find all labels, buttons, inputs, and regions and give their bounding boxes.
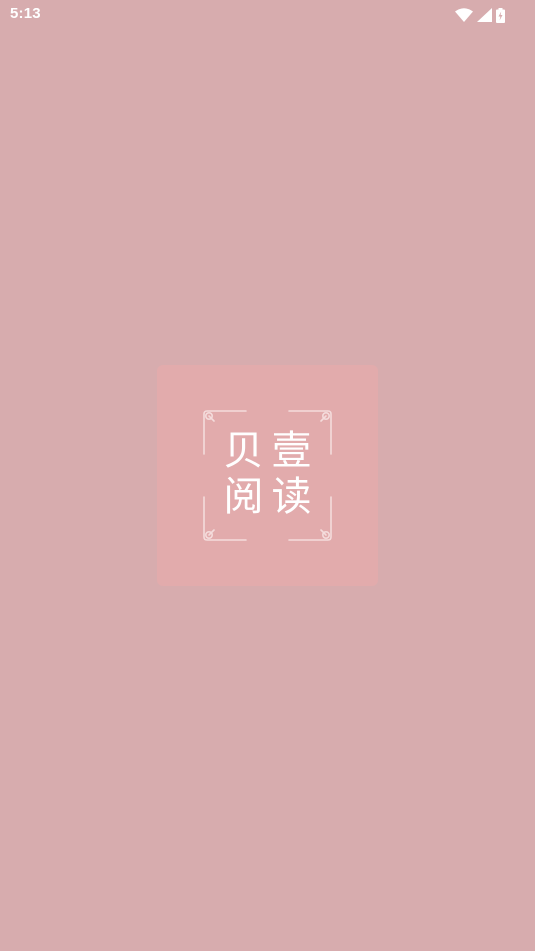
wifi-icon xyxy=(455,8,473,22)
logo-line-2: 阅读 xyxy=(223,474,320,520)
splash-screen: 5:13 贝壹 阅读 xyxy=(0,0,535,951)
app-logo: 贝壹 阅读 xyxy=(157,365,378,586)
status-icons xyxy=(455,6,505,24)
status-time: 5:13 xyxy=(10,5,41,22)
logo-frame: 贝壹 阅读 xyxy=(202,410,333,541)
cellular-signal-icon xyxy=(477,8,492,22)
logo-wordmark: 贝壹 阅读 xyxy=(202,428,333,520)
logo-line-1: 贝壹 xyxy=(223,428,320,474)
status-bar: 5:13 xyxy=(0,0,535,30)
battery-charging-icon xyxy=(496,7,505,23)
